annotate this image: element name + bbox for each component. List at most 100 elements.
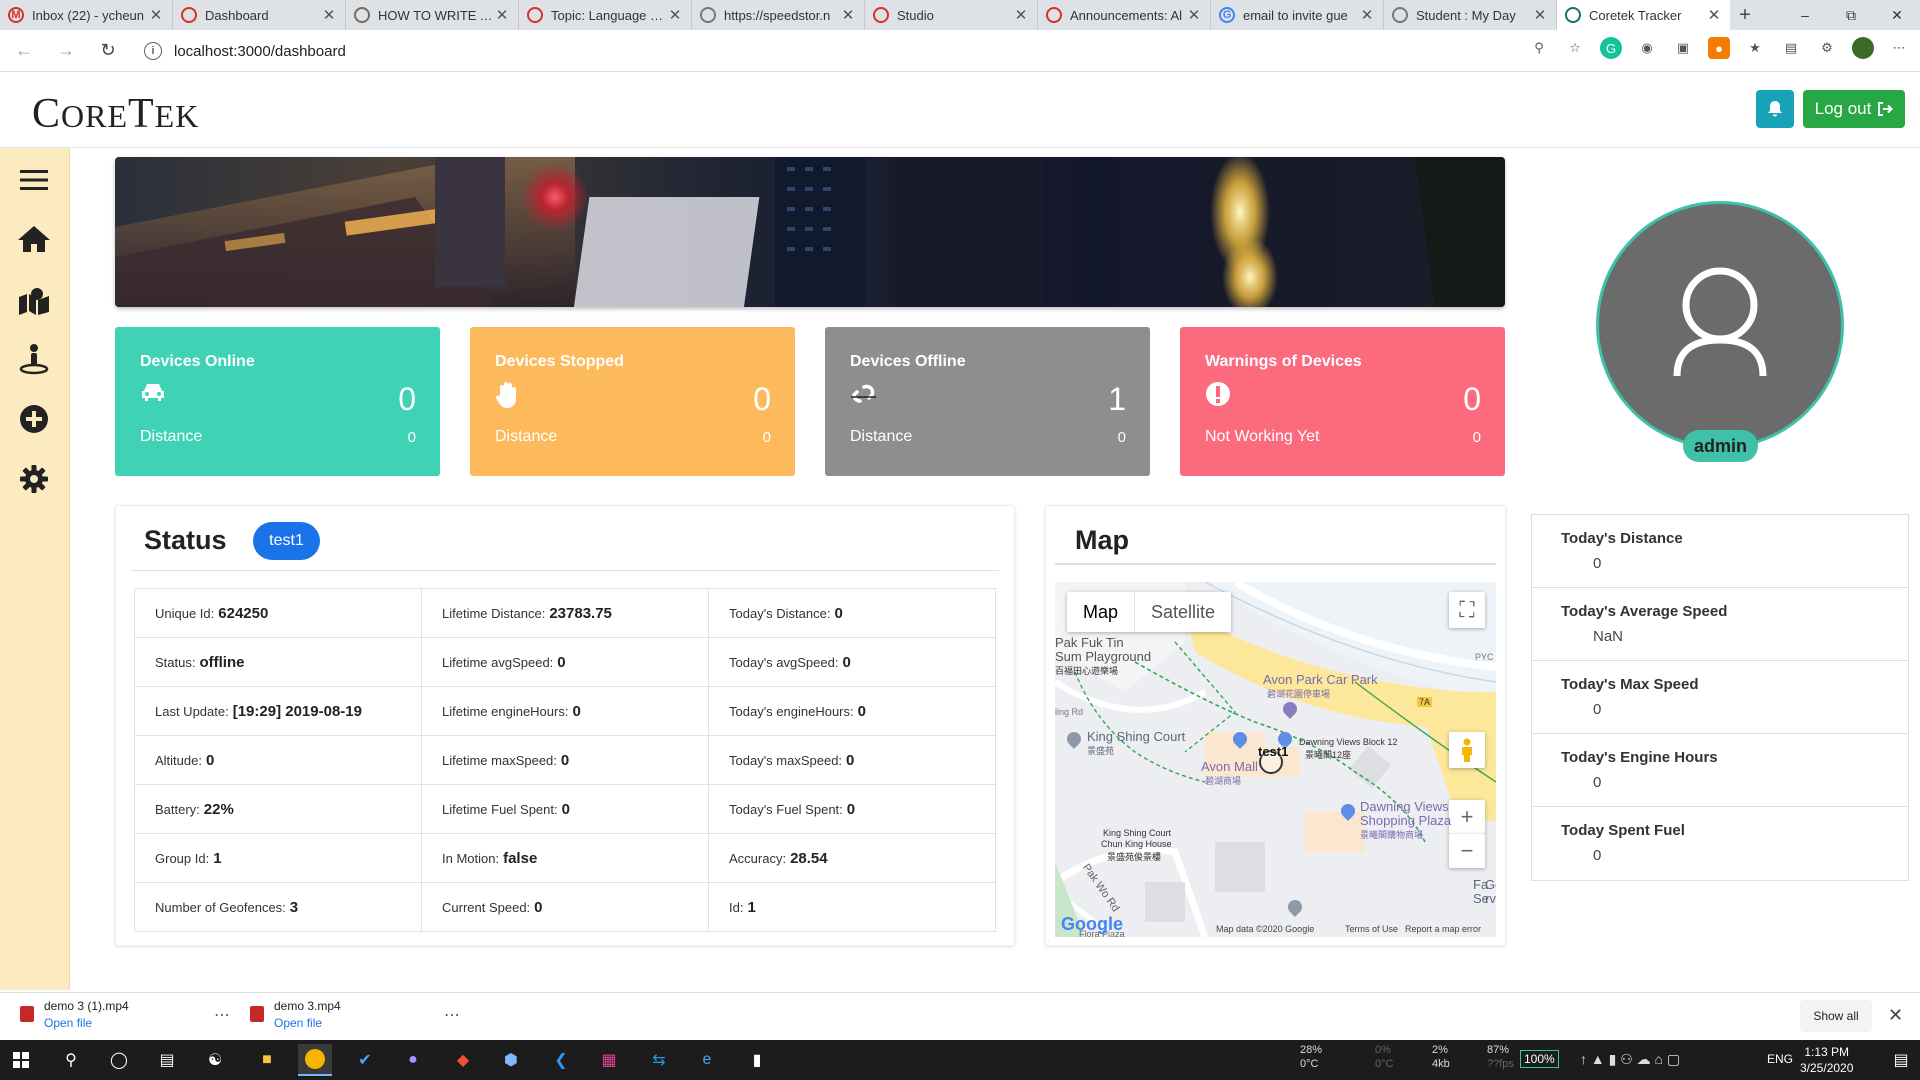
url-input[interactable]: i localhost:3000/dashboard — [144, 35, 1484, 67]
gpu-temp: 0°C — [1375, 1058, 1394, 1070]
back-icon[interactable]: ← — [6, 33, 42, 69]
person-pin-icon[interactable] — [16, 341, 52, 377]
close-window-icon[interactable]: ✕ — [1874, 0, 1920, 30]
minimize-icon[interactable]: – — [1782, 0, 1828, 30]
chrome-canary-icon[interactable] — [298, 1044, 332, 1076]
zoom-icon[interactable]: ⚲ — [1528, 37, 1550, 59]
windows-start-icon[interactable] — [4, 1044, 38, 1076]
file-explorer-icon[interactable]: ■ — [250, 1044, 284, 1076]
tab-close-icon[interactable]: ✕ — [667, 6, 683, 24]
language-indicator[interactable]: ENG — [1767, 1052, 1793, 1066]
forward-icon[interactable]: → — [48, 33, 84, 69]
browser-tab[interactable]: Dashboard ✕ — [173, 0, 346, 30]
street-view-pegman-icon[interactable] — [1449, 732, 1485, 768]
package-icon[interactable]: ⬢ — [494, 1044, 528, 1076]
browser-tab[interactable]: M Inbox (22) - ycheun ✕ — [0, 0, 173, 30]
tab-close-icon[interactable]: ✕ — [1706, 6, 1722, 24]
tray-icons[interactable]: ↑ ▲ ▮ ⚇ ☁ ⌂ ▢ — [1580, 1052, 1680, 1066]
menu-dots-icon[interactable]: ⋯ — [1888, 37, 1910, 59]
field-value: 1 — [213, 849, 222, 867]
profile-avatar[interactable] — [1596, 201, 1844, 449]
app-icon[interactable]: ☯ — [198, 1044, 232, 1076]
shield-extension-icon[interactable]: ▣ — [1672, 37, 1694, 59]
zoom-out-icon[interactable]: − — [1449, 834, 1485, 868]
terms-of-use-link[interactable]: Terms of Use — [1345, 924, 1398, 934]
download-more-icon[interactable]: ⋯ — [444, 1005, 460, 1025]
profile-avatar-icon[interactable] — [1852, 37, 1874, 59]
favorites-icon[interactable]: ★ — [1744, 37, 1766, 59]
menu-hamburger-icon[interactable] — [16, 162, 52, 198]
home-icon[interactable] — [16, 221, 52, 257]
browser-tab[interactable]: Gemail to invite gue ✕ — [1211, 0, 1384, 30]
vscode-icon[interactable]: ❮ — [544, 1044, 578, 1076]
tab-favicon-icon — [1046, 7, 1062, 23]
table-cell: Today's Distance: 0 — [708, 588, 996, 638]
tab-close-icon[interactable]: ✕ — [1186, 6, 1202, 24]
collections-icon[interactable]: ▤ — [1780, 37, 1802, 59]
stat-card[interactable]: Warnings of Devices 0 Not Working Yet 0 — [1180, 327, 1505, 476]
task-view-icon[interactable]: ▤ — [150, 1044, 184, 1076]
zoom-in-icon[interactable]: + — [1449, 800, 1485, 834]
field-label: In Motion: — [442, 850, 500, 866]
restore-icon[interactable]: ⧉ — [1828, 0, 1874, 30]
browser-tab[interactable]: https://speedstor.n ✕ — [692, 0, 865, 30]
browser-tab[interactable]: Student : My Day ✕ — [1384, 0, 1557, 30]
download-item[interactable]: demo 3 (1).mp4 Open file ⋯ — [20, 999, 230, 1035]
device-pill-button[interactable]: test1 — [253, 522, 320, 560]
browser-tab[interactable]: Studio ✕ — [865, 0, 1038, 30]
download-more-icon[interactable]: ⋯ — [214, 1005, 230, 1025]
tab-close-icon[interactable]: ✕ — [148, 6, 164, 24]
zoom-level-indicator[interactable]: 100% — [1520, 1050, 1559, 1068]
reload-icon[interactable]: ↻ — [90, 33, 126, 69]
stat-card[interactable]: Devices Online 0 Distance 0 — [115, 327, 440, 476]
grammarly-icon[interactable]: G — [1600, 37, 1622, 59]
teamviewer-icon[interactable]: ⇆ — [642, 1044, 676, 1076]
stat-card[interactable]: Devices Stopped 0 Distance 0 — [470, 327, 795, 476]
logout-button[interactable]: Log out — [1803, 90, 1905, 128]
tab-close-icon[interactable]: ✕ — [1359, 6, 1375, 24]
coretek-logo[interactable]: CORETEK — [32, 90, 199, 138]
download-open-link[interactable]: Open file — [274, 1016, 341, 1030]
camera-icon[interactable]: ◉ — [1636, 37, 1658, 59]
system-clock[interactable]: 1:13 PM 3/25/2020 — [1800, 1044, 1853, 1076]
tab-close-icon[interactable]: ✕ — [321, 6, 337, 24]
tab-close-icon[interactable]: ✕ — [840, 6, 856, 24]
extensions-icon[interactable]: ⚙ — [1816, 37, 1838, 59]
map-type-satellite[interactable]: Satellite — [1134, 592, 1231, 632]
todo-icon[interactable]: ✔ — [348, 1044, 382, 1076]
map-icon[interactable] — [16, 282, 52, 318]
git-icon[interactable]: ◆ — [446, 1044, 480, 1076]
site-info-icon[interactable]: i — [144, 42, 162, 60]
map-type-map[interactable]: Map — [1067, 592, 1134, 632]
search-icon[interactable]: ⚲ — [54, 1044, 88, 1076]
eclipse-icon[interactable]: ● — [396, 1044, 430, 1076]
browser-tab[interactable]: Coretek Tracker ✕ — [1557, 0, 1730, 30]
tab-close-icon[interactable]: ✕ — [1013, 6, 1029, 24]
map-label: Dawning Views Block 12 — [1299, 737, 1398, 747]
notifications-button[interactable] — [1756, 90, 1794, 128]
close-downloads-icon[interactable]: ✕ — [1888, 1005, 1903, 1026]
add-circle-icon[interactable] — [16, 401, 52, 437]
download-item[interactable]: demo 3.mp4 Open file ⋯ — [250, 999, 460, 1035]
stat-card[interactable]: Devices Offline 1 Distance 0 — [825, 327, 1150, 476]
notifications-center-icon[interactable]: ▤ — [1884, 1044, 1918, 1076]
show-all-downloads-button[interactable]: Show all — [1800, 1000, 1872, 1032]
report-map-error-link[interactable]: Report a map error — [1405, 924, 1481, 934]
settings-gear-icon[interactable] — [16, 461, 52, 497]
tab-close-icon[interactable]: ✕ — [494, 6, 510, 24]
google-map[interactable]: Map Satellite ⛶ + − Pak Fuk Tin Sum Play… — [1055, 582, 1496, 937]
tab-close-icon[interactable]: ✕ — [1532, 6, 1548, 24]
browser-tab[interactable]: Topic: Language Op ✕ — [519, 0, 692, 30]
download-open-link[interactable]: Open file — [44, 1016, 129, 1030]
cortana-icon[interactable]: ◯ — [102, 1044, 136, 1076]
edge-icon[interactable]: e — [690, 1044, 724, 1076]
browser-tab[interactable]: HOW TO WRITE A C ✕ — [346, 0, 519, 30]
browser-tab[interactable]: Announcements: Al ✕ — [1038, 0, 1211, 30]
new-tab-button[interactable]: + — [1730, 0, 1760, 30]
field-value: offline — [199, 653, 245, 671]
bookmark-star-icon[interactable]: ☆ — [1564, 37, 1586, 59]
fullscreen-icon[interactable]: ⛶ — [1449, 592, 1485, 628]
app-icon[interactable]: ▦ — [592, 1044, 626, 1076]
rss-icon[interactable]: ● — [1708, 37, 1730, 59]
terminal-icon[interactable]: ▮ — [740, 1044, 774, 1076]
